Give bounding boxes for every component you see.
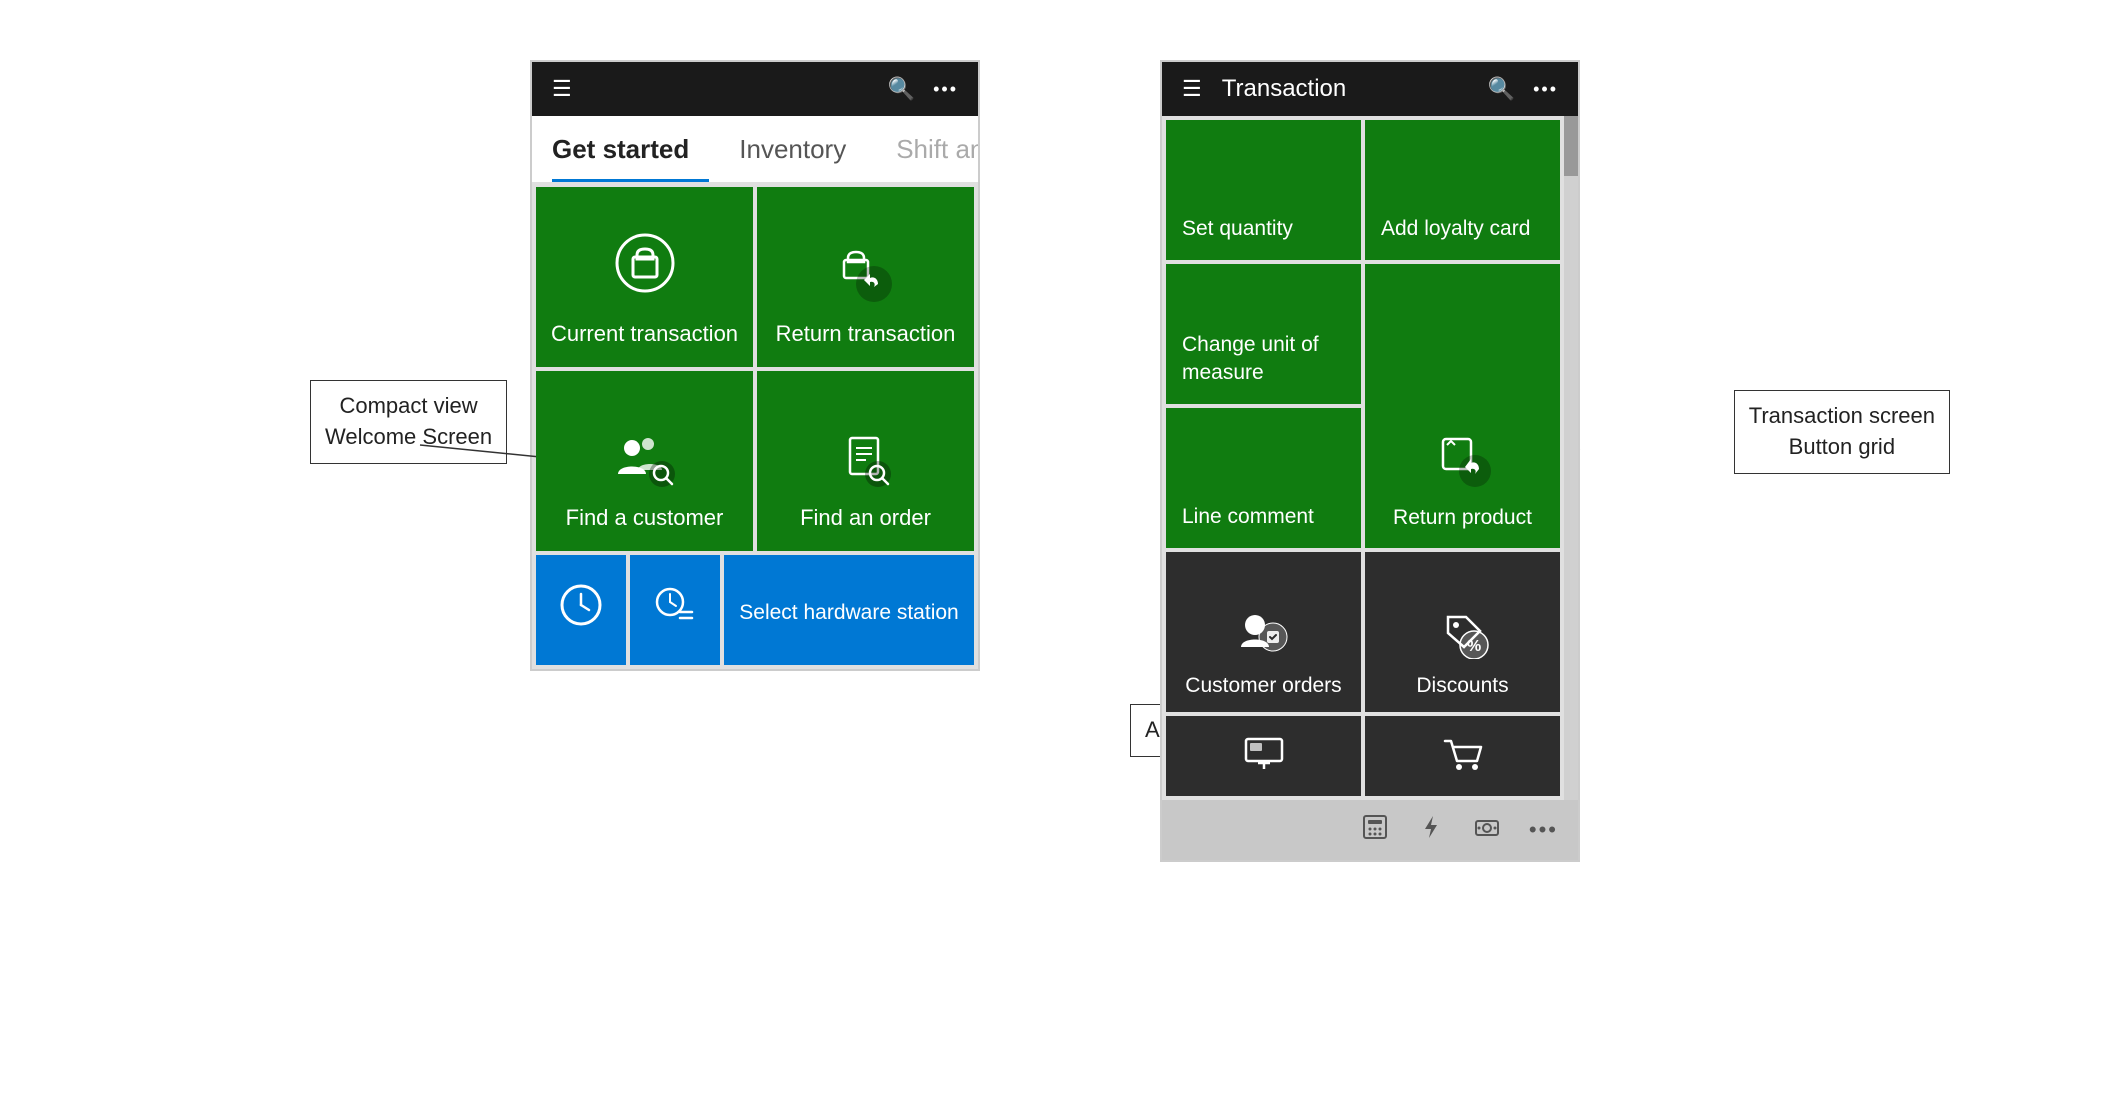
page-container: Compact view Welcome Screen ☰ 🔍 ••• Get … (0, 0, 2110, 1096)
tile-set-quantity[interactable]: Set quantity (1166, 120, 1361, 260)
svg-text:%: % (1467, 638, 1481, 655)
scrollbar-thumb[interactable] (1564, 116, 1578, 176)
find-customer-icon (610, 430, 680, 490)
nav-tabs: Get started Inventory Shift and (532, 116, 978, 183)
search-icon-left[interactable]: 🔍 (888, 76, 915, 102)
bag-return-icon (836, 246, 896, 306)
tile-clock[interactable] (536, 555, 626, 665)
right-tile-row3: Customer orders % (1162, 552, 1578, 716)
discounts-icon: % (1434, 609, 1492, 664)
tile-return-transaction-label: Return transaction (776, 320, 956, 349)
tile-line-comment[interactable]: Line comment (1166, 408, 1361, 548)
set-quantity-label: Set quantity (1182, 215, 1293, 242)
welcome-tile-grid: Current transaction Return transaction (532, 183, 978, 555)
cart-icon (1441, 737, 1485, 776)
clock-icon (560, 584, 602, 636)
more-icon-left[interactable]: ••• (933, 79, 958, 100)
tile-select-hardware-station[interactable]: Select hardware station (724, 555, 974, 665)
right-phone-header: ☰ Transaction 🔍 ••• (1162, 62, 1578, 116)
calculator-icon[interactable] (1361, 813, 1389, 848)
bottom-row: Select hardware station (532, 555, 978, 669)
tab-get-started[interactable]: Get started (552, 116, 709, 182)
tile-clock-list[interactable] (630, 555, 720, 665)
action-bar: ••• (1162, 800, 1578, 860)
change-unit-label: Change unit ofmeasure (1182, 331, 1319, 386)
more-icon-right[interactable]: ••• (1533, 79, 1558, 100)
tile-change-unit[interactable]: Change unit ofmeasure (1166, 264, 1361, 404)
tile-find-customer-label: Find a customer (566, 504, 724, 533)
customer-orders-label: Customer orders (1185, 674, 1341, 698)
add-loyalty-card-label: Add loyalty card (1381, 215, 1530, 242)
tile-find-customer[interactable]: Find a customer (536, 371, 753, 551)
right-tile-row1-2: Set quantity Add loyalty card Change uni… (1162, 116, 1578, 552)
hamburger-icon-right[interactable]: ☰ (1182, 76, 1202, 102)
tile-return-product[interactable]: Return product (1365, 264, 1560, 548)
customer-orders-icon (1235, 609, 1293, 664)
right-section: Transaction screen Button grid Actions m… (1160, 60, 1580, 862)
tile-find-order[interactable]: Find an order (757, 371, 974, 551)
transaction-title: Transaction (1222, 75, 1468, 103)
tile-customer-orders[interactable]: Customer orders (1166, 552, 1361, 712)
tile-display[interactable] (1166, 716, 1361, 796)
tab-shift[interactable]: Shift and (896, 116, 980, 182)
tile-add-loyalty-card[interactable]: Add loyalty card (1365, 120, 1560, 260)
right-phone-screen: ☰ Transaction 🔍 ••• Set quantity (1160, 60, 1580, 862)
more-dots-icon[interactable]: ••• (1529, 817, 1558, 843)
tile-discounts[interactable]: % Discounts (1365, 552, 1560, 712)
select-hardware-station-label: Select hardware station (739, 601, 958, 625)
discounts-label: Discounts (1416, 674, 1508, 698)
return-product-icon (1433, 431, 1493, 496)
display-icon (1242, 737, 1286, 776)
search-icon-right[interactable]: 🔍 (1488, 76, 1515, 102)
right-grid-wrapper: Set quantity Add loyalty card Change uni… (1162, 116, 1578, 800)
hamburger-icon-left[interactable]: ☰ (552, 76, 572, 102)
header-icons-right: 🔍 ••• (888, 76, 958, 102)
scrollbar[interactable] (1564, 116, 1578, 800)
right-header-icons: 🔍 ••• (1488, 76, 1558, 102)
tile-current-transaction-label: Current transaction (551, 320, 738, 349)
money-icon[interactable] (1473, 813, 1501, 848)
compact-view-annotation: Compact view Welcome Screen (310, 380, 507, 464)
line-comment-label: Line comment (1182, 503, 1314, 530)
tile-find-order-label: Find an order (800, 504, 931, 533)
return-product-label: Return product (1393, 506, 1532, 530)
clock-list-icon (654, 584, 696, 636)
left-phone-screen: ☰ 🔍 ••• Get started Inventory Shift and (530, 60, 980, 671)
bag-icon (615, 233, 675, 306)
partial-tile-row (1162, 716, 1578, 800)
tab-inventory[interactable]: Inventory (739, 116, 866, 182)
find-order-icon (836, 430, 896, 490)
tile-current-transaction[interactable]: Current transaction (536, 187, 753, 367)
tile-cart[interactable] (1365, 716, 1560, 796)
left-phone-header: ☰ 🔍 ••• (532, 62, 978, 116)
transaction-screen-annotation: Transaction screen Button grid (1734, 390, 1950, 474)
left-section: Compact view Welcome Screen ☰ 🔍 ••• Get … (530, 60, 980, 671)
tile-return-transaction[interactable]: Return transaction (757, 187, 974, 367)
lightning-icon[interactable] (1417, 813, 1445, 848)
